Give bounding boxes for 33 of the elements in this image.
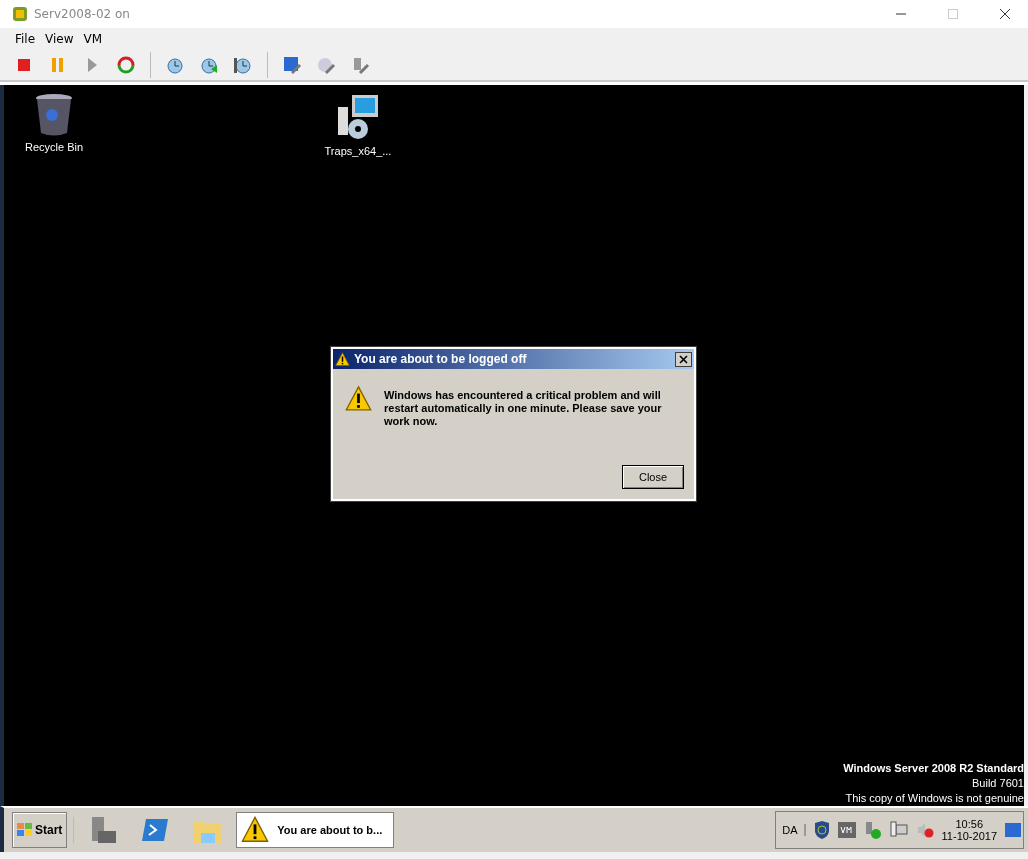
close-dialog-button[interactable]: Close xyxy=(622,465,684,489)
window-title: Serv2008-02 on xyxy=(34,7,131,21)
menu-item[interactable]: File xyxy=(15,32,36,46)
edition-name: Windows Server 2008 R2 Standard xyxy=(843,761,1024,776)
close-icon xyxy=(679,354,688,364)
genuine-notice: This copy of Windows is not genuine xyxy=(845,791,1024,806)
close-button[interactable] xyxy=(675,351,692,367)
recycle-bin-icon xyxy=(34,93,74,137)
menu-item[interactable]: VM xyxy=(83,32,103,46)
desktop-icon-label[interactable]: Recycle Bin xyxy=(24,141,84,153)
close-icon xyxy=(1000,9,1010,19)
warning-icon xyxy=(335,351,350,367)
refresh-icon[interactable] xyxy=(116,55,136,75)
dialog-title: You are about to be logged off xyxy=(354,352,528,366)
revert-icon[interactable] xyxy=(199,55,219,75)
terminal-icon xyxy=(140,817,171,843)
warning-icon xyxy=(241,816,270,844)
vm-icon[interactable] xyxy=(837,822,856,838)
clock[interactable]: 10:56 11-10-2017 xyxy=(941,818,997,842)
windows-logo-icon xyxy=(17,823,33,837)
start-button[interactable]: Start xyxy=(12,812,68,848)
language-indicator[interactable]: DA xyxy=(782,824,806,836)
maximize-icon xyxy=(948,9,958,19)
snapshot-icon[interactable] xyxy=(165,55,185,75)
shield-icon[interactable] xyxy=(813,821,830,839)
snapshot-manager-icon[interactable] xyxy=(233,55,253,75)
taskbar-window-button[interactable]: You are about to b... xyxy=(236,812,395,848)
build-number: Build 7601 xyxy=(972,776,1024,791)
menu-item[interactable]: View xyxy=(45,32,74,46)
dialog-message: Windows has encountered a critical problem and will restart automatically in one minute. Please save your work now. xyxy=(384,389,663,429)
speaker-muted-icon[interactable] xyxy=(915,821,934,839)
desktop-icon-label[interactable]: Traps_x64_... xyxy=(324,145,392,157)
app-logo-icon xyxy=(12,6,28,22)
